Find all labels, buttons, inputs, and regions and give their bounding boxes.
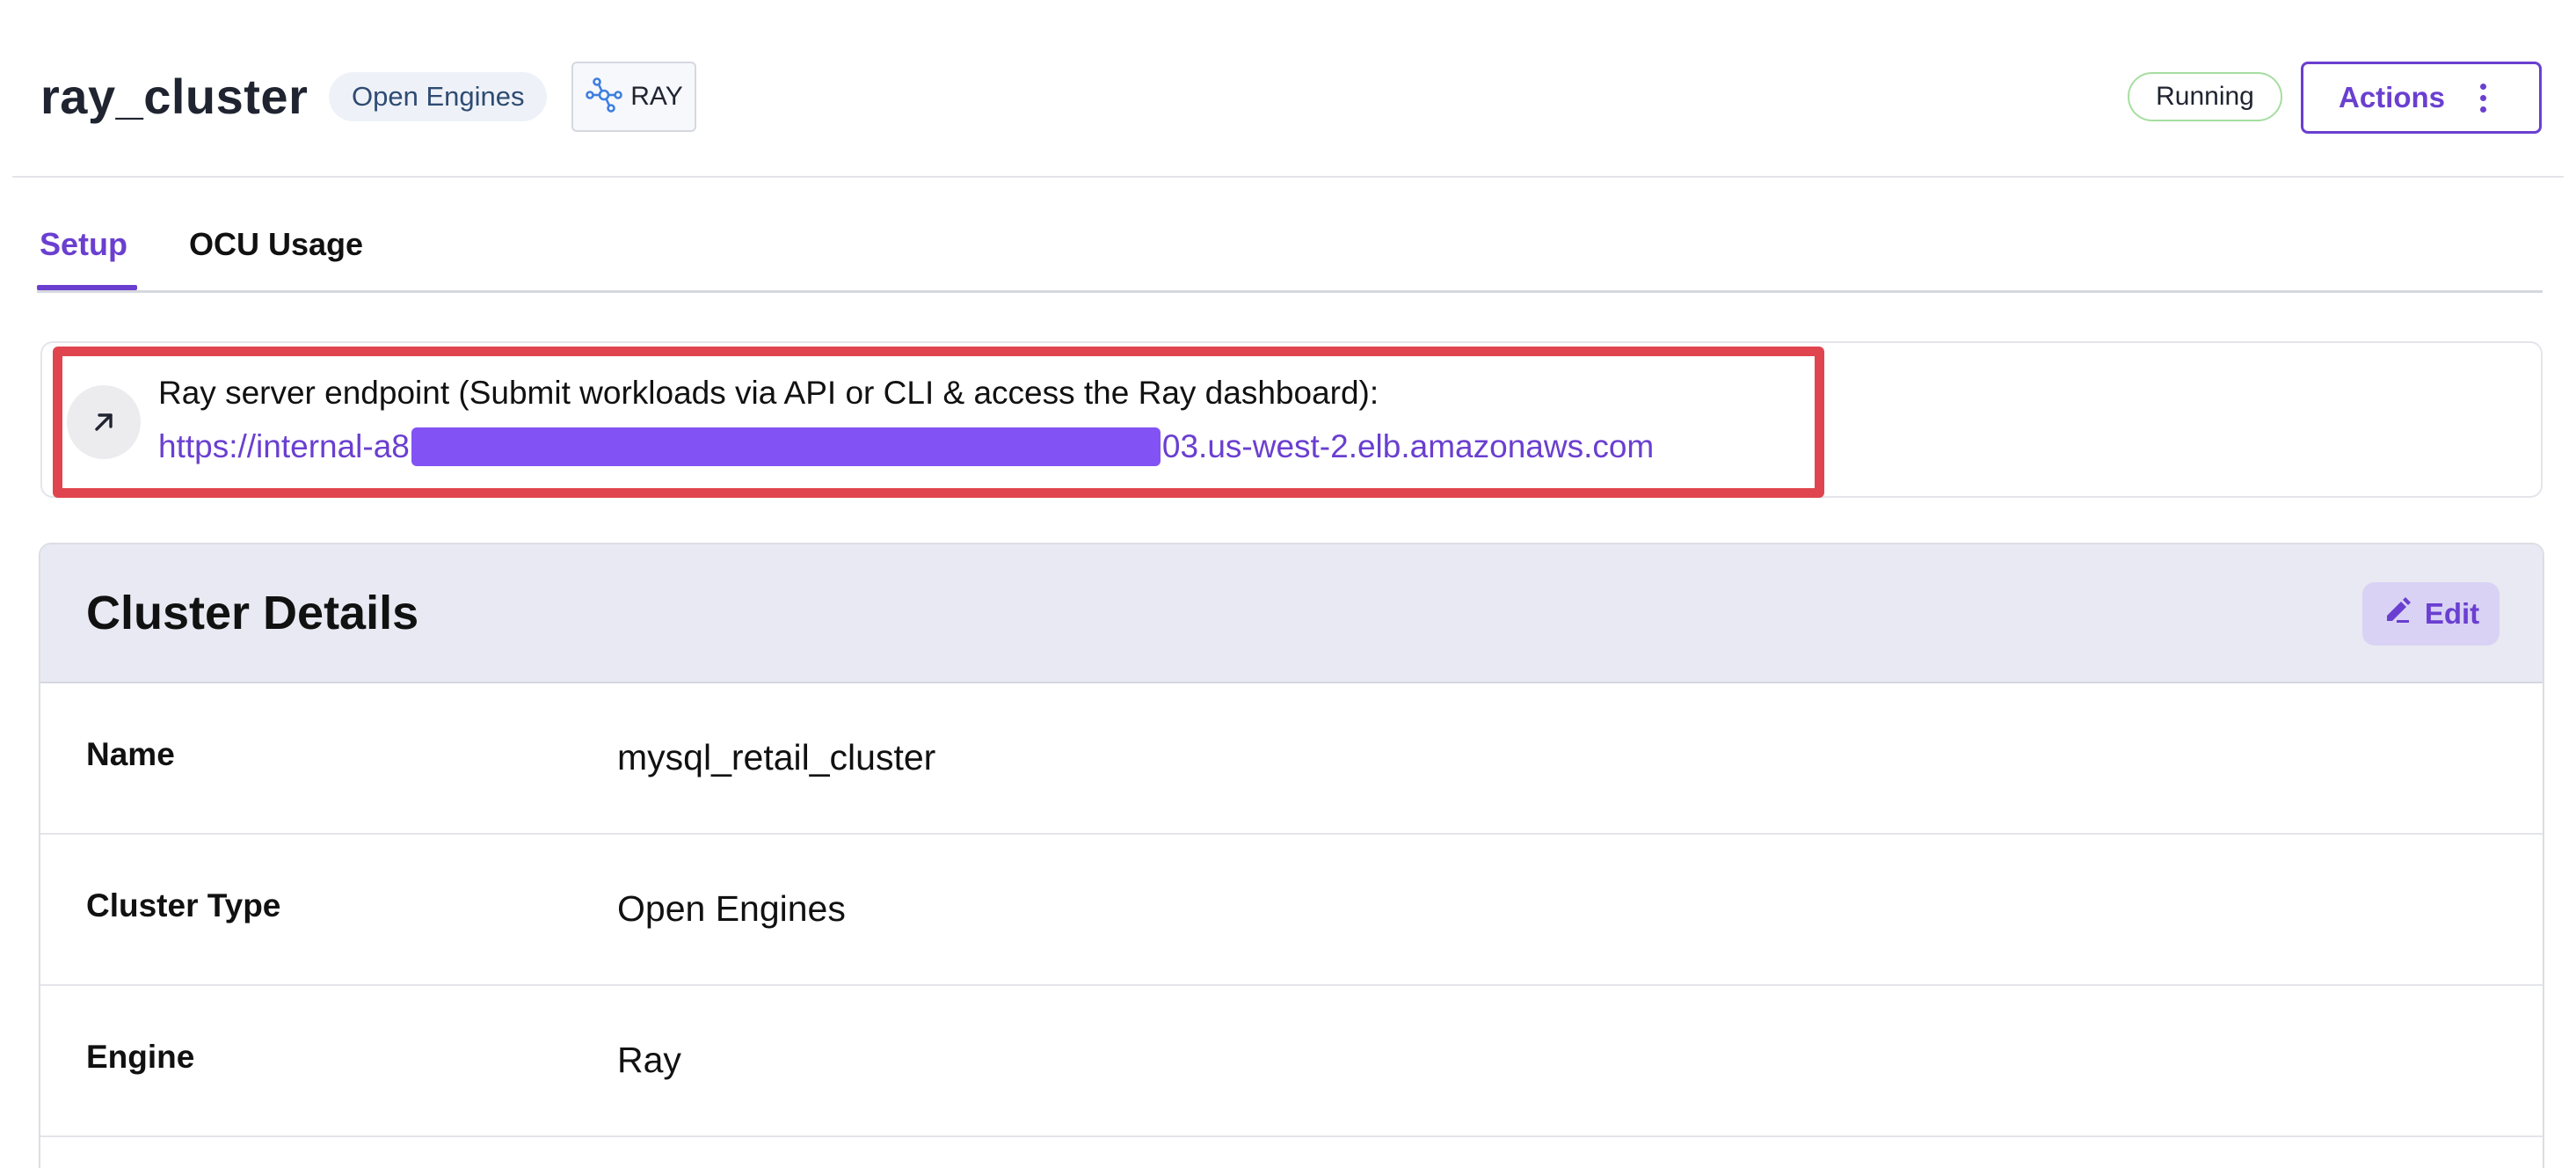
ray-icon [585,76,623,119]
actions-button[interactable]: Actions [2301,62,2542,134]
endpoint-url-prefix: https://internal-a8 [158,428,410,464]
detail-value: mysql_retail_cluster [617,737,936,777]
page: ray_cluster Open Engines RAY Running Act… [0,0,2576,1168]
detail-row-name: Name mysql_retail_cluster [40,683,2543,835]
tab-ocu-usage[interactable]: OCU Usage [189,223,363,266]
page-title: ray_cluster [40,69,309,124]
redaction-block [411,427,1161,466]
endpoint-label: Ray server endpoint (Submit workloads vi… [158,375,1379,411]
endpoint-url-suffix: 03.us-west-2.elb.amazonaws.com [1161,428,1655,464]
engine-badge: RAY [571,62,696,132]
cluster-details-header: Cluster Details Edit [40,544,2543,683]
detail-key: Cluster Type [86,887,281,923]
kebab-vertical-icon [2480,83,2487,113]
detail-value: Open Engines [617,888,846,929]
tab-setup[interactable]: Setup [40,223,127,266]
edit-button[interactable]: Edit [2362,582,2500,646]
cluster-details-title: Cluster Details [86,587,419,639]
detail-row-cluster-type: Cluster Type Open Engines [40,835,2543,986]
cluster-details-card: Cluster Details Edit Name mysql_retail_c… [39,543,2544,1168]
detail-value: Ray [617,1040,681,1080]
status-badge: Running [2128,72,2282,121]
actions-button-label: Actions [2339,81,2446,113]
endpoint-url-link[interactable]: https://internal-a8 03.us-west-2.elb.ama… [158,424,1654,470]
header-divider [12,176,2564,178]
detail-row-engine: Engine Ray [40,986,2543,1137]
detail-key: Name [86,736,175,772]
page-header: ray_cluster Open Engines RAY Running Act… [0,0,2576,176]
engine-badge-label: RAY [630,82,683,111]
detail-key: Engine [86,1039,195,1075]
tab-bar: Setup OCU Usage [37,204,2543,296]
endpoint-card [40,341,2543,498]
edit-button-label: Edit [2424,597,2480,630]
pencil-icon [2383,595,2412,632]
cluster-type-badge: Open Engines [329,72,548,121]
arrow-up-right-icon [67,385,141,459]
tab-bar-divider [37,290,2543,293]
active-tab-indicator [37,285,137,290]
